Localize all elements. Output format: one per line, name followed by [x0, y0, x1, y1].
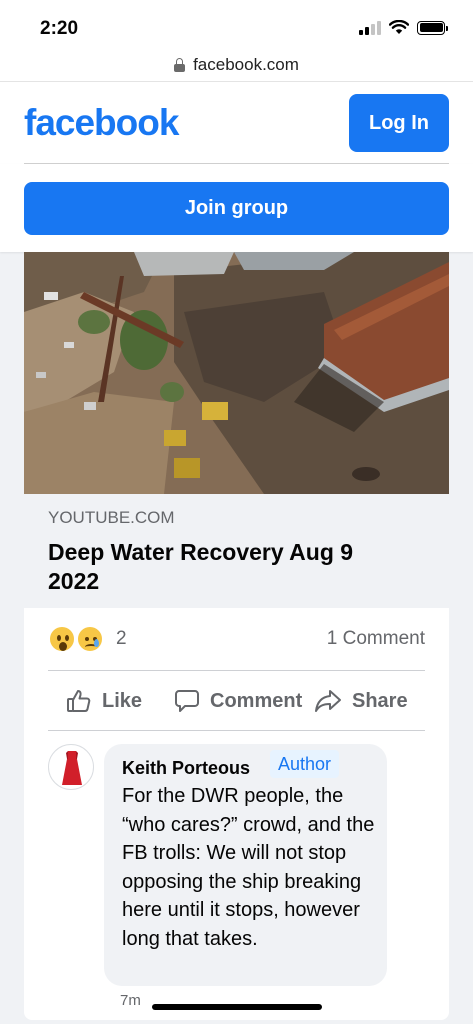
site-header: facebook Log In: [0, 82, 473, 164]
post-actions: Like Comment Share: [24, 672, 449, 730]
comment-author[interactable]: Keith Porteous: [122, 758, 250, 779]
comment-bubble: Keith Porteous Author For the DWR people…: [104, 744, 387, 986]
home-indicator[interactable]: [152, 1004, 322, 1010]
reaction-count[interactable]: 2: [116, 628, 127, 650]
link-preview[interactable]: YOUTUBE.COM Deep Water Recovery Aug 9 20…: [24, 494, 449, 608]
link-domain: YOUTUBE.COM: [48, 508, 175, 527]
thumbs-up-icon: [67, 690, 91, 712]
comment-count[interactable]: 1 Comment: [327, 628, 425, 650]
like-button[interactable]: Like: [66, 672, 142, 730]
status-icons: [359, 20, 448, 35]
red-dress-icon: [62, 751, 82, 785]
share-arrow-icon: [315, 690, 341, 712]
facebook-logo[interactable]: facebook: [24, 102, 179, 144]
lock-icon: [174, 57, 186, 72]
avatar[interactable]: [48, 744, 94, 790]
battery-icon: [417, 20, 448, 35]
reactions-bar: 2 1 Comment: [24, 608, 449, 672]
wifi-icon: [389, 20, 409, 34]
sad-reaction-icon[interactable]: [76, 625, 104, 653]
like-label: Like: [102, 689, 143, 712]
status-time: 2:20: [40, 18, 79, 39]
comment-label: Comment: [210, 689, 303, 712]
join-group-button[interactable]: Join group: [24, 182, 449, 235]
comment-button[interactable]: Comment: [174, 672, 302, 730]
comment-bubble-icon: [175, 690, 199, 712]
join-group-bar: Join group: [0, 164, 473, 252]
author-badge: Author: [270, 750, 340, 778]
wow-reaction-icon[interactable]: [48, 625, 76, 653]
actions-divider: [48, 730, 425, 731]
status-bar: 2:20: [0, 0, 473, 48]
reactions-divider: [48, 670, 425, 671]
share-button[interactable]: Share: [314, 672, 408, 730]
video-thumbnail[interactable]: [24, 252, 449, 494]
address-bar[interactable]: facebook.com: [0, 48, 473, 82]
share-label: Share: [352, 689, 408, 712]
comment-timestamp[interactable]: 7m: [120, 992, 141, 1009]
post-card: YOUTUBE.COM Deep Water Recovery Aug 9 20…: [24, 252, 449, 1020]
aerial-photo-image: [24, 252, 449, 494]
link-title[interactable]: Deep Water Recovery Aug 9 2022: [48, 538, 408, 596]
login-button[interactable]: Log In: [349, 94, 449, 152]
comment-text: For the DWR people, the “who cares?” cro…: [122, 785, 375, 950]
url-text: facebook.com: [193, 54, 299, 74]
cellular-signal-icon: [359, 20, 381, 35]
